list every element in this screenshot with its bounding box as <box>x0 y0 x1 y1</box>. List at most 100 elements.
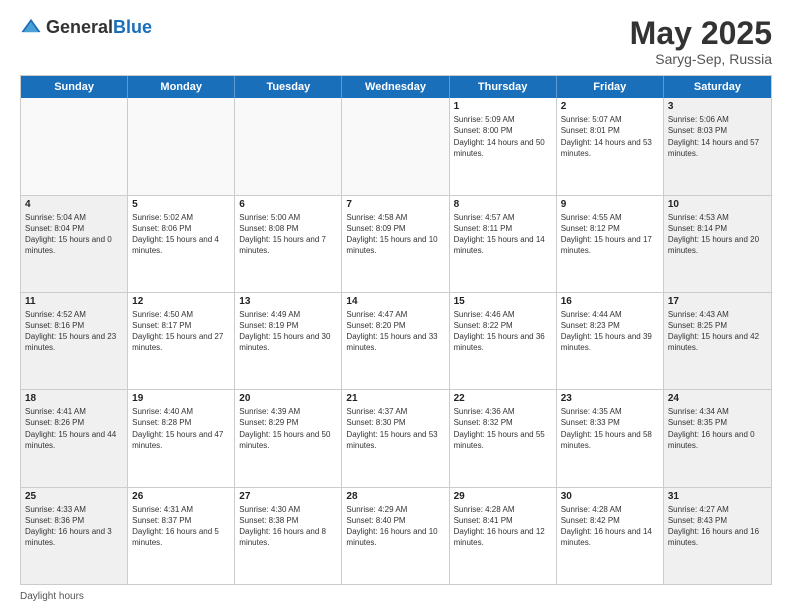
calendar-cell: 18 Sunrise: 4:41 AM Sunset: 8:26 PM Dayli… <box>21 390 128 486</box>
calendar-cell: 28 Sunrise: 4:29 AM Sunset: 8:40 PM Dayli… <box>342 488 449 584</box>
calendar-header-friday: Friday <box>557 76 664 98</box>
logo-general-text: General <box>46 17 113 37</box>
calendar-cell: 30Sunrise: 4:28 AM Sunset: 8:42 PM Dayli… <box>557 488 664 584</box>
cell-content: Sunrise: 4:49 AM Sunset: 8:19 PM Dayligh… <box>239 309 337 354</box>
calendar-cell: 31 Sunrise: 4:27 AM Sunset: 8:43 PM Dayli… <box>664 488 771 584</box>
calendar-header-thursday: Thursday <box>450 76 557 98</box>
cell-content: Sunrise: 4:57 AM Sunset: 8:11 PM Dayligh… <box>454 212 552 257</box>
cell-content: Sunrise: 4:37 AM Sunset: 8:30 PM Dayligh… <box>346 406 444 451</box>
day-number: 24 <box>668 393 767 404</box>
day-number: 9 <box>561 199 659 210</box>
day-number: 7 <box>346 199 444 210</box>
day-number: 11 <box>25 296 123 307</box>
calendar-cell <box>235 98 342 194</box>
calendar-cell: 8 Sunrise: 4:57 AM Sunset: 8:11 PM Daylig… <box>450 196 557 292</box>
calendar-cell: 12 Sunrise: 4:50 AM Sunset: 8:17 PM Dayli… <box>128 293 235 389</box>
day-number: 15 <box>454 296 552 307</box>
day-number: 20 <box>239 393 337 404</box>
calendar-cell: 24 Sunrise: 4:34 AM Sunset: 8:35 PM Dayli… <box>664 390 771 486</box>
logo-blue-text: Blue <box>113 17 152 37</box>
day-number: 30 <box>561 491 659 502</box>
page-title: May 2025 <box>630 16 772 51</box>
calendar-cell: 3 Sunrise: 5:06 AM Sunset: 8:03 PM Daylig… <box>664 98 771 194</box>
footer: Daylight hours <box>20 591 772 602</box>
calendar-cell: 7 Sunrise: 4:58 AM Sunset: 8:09 PM Daylig… <box>342 196 449 292</box>
calendar-cell <box>128 98 235 194</box>
day-number: 12 <box>132 296 230 307</box>
calendar-header-sunday: Sunday <box>21 76 128 98</box>
cell-content: Sunrise: 4:47 AM Sunset: 8:20 PM Dayligh… <box>346 309 444 354</box>
calendar-cell: 13 Sunrise: 4:49 AM Sunset: 8:19 PM Dayli… <box>235 293 342 389</box>
cell-content: Sunrise: 4:43 AM Sunset: 8:25 PM Dayligh… <box>668 309 767 354</box>
cell-content: Sunrise: 4:46 AM Sunset: 8:22 PM Dayligh… <box>454 309 552 354</box>
cell-content: Sunrise: 4:55 AM Sunset: 8:12 PM Dayligh… <box>561 212 659 257</box>
calendar-row-5: 25 Sunrise: 4:33 AM Sunset: 8:36 PM Dayli… <box>21 488 771 584</box>
cell-content: Sunrise: 4:34 AM Sunset: 8:35 PM Dayligh… <box>668 406 767 451</box>
day-number: 21 <box>346 393 444 404</box>
cell-content: Sunrise: 4:58 AM Sunset: 8:09 PM Dayligh… <box>346 212 444 257</box>
cell-content: Sunrise: 4:29 AM Sunset: 8:40 PM Dayligh… <box>346 504 444 549</box>
calendar-cell: 5Sunrise: 5:02 AM Sunset: 8:06 PM Daylig… <box>128 196 235 292</box>
day-number: 26 <box>132 491 230 502</box>
cell-content: Sunrise: 4:44 AM Sunset: 8:23 PM Dayligh… <box>561 309 659 354</box>
cell-content: Sunrise: 4:27 AM Sunset: 8:43 PM Dayligh… <box>668 504 767 549</box>
day-number: 17 <box>668 296 767 307</box>
logo: GeneralBlue <box>20 16 152 38</box>
calendar-header: SundayMondayTuesdayWednesdayThursdayFrid… <box>21 76 771 98</box>
day-number: 31 <box>668 491 767 502</box>
day-number: 14 <box>346 296 444 307</box>
day-number: 27 <box>239 491 337 502</box>
day-number: 25 <box>25 491 123 502</box>
calendar-cell: 14 Sunrise: 4:47 AM Sunset: 8:20 PM Dayli… <box>342 293 449 389</box>
day-number: 2 <box>561 101 659 112</box>
cell-content: Sunrise: 4:31 AM Sunset: 8:37 PM Dayligh… <box>132 504 230 549</box>
day-number: 22 <box>454 393 552 404</box>
calendar-cell <box>342 98 449 194</box>
page: GeneralBlue May 2025 Saryg-Sep, Russia S… <box>0 0 792 612</box>
cell-content: Sunrise: 4:53 AM Sunset: 8:14 PM Dayligh… <box>668 212 767 257</box>
day-number: 1 <box>454 101 552 112</box>
cell-content: Sunrise: 4:40 AM Sunset: 8:28 PM Dayligh… <box>132 406 230 451</box>
footer-text: Daylight hours <box>20 591 84 602</box>
calendar-header-monday: Monday <box>128 76 235 98</box>
day-number: 8 <box>454 199 552 210</box>
calendar-cell: 1 Sunrise: 5:09 AM Sunset: 8:00 PM Daylig… <box>450 98 557 194</box>
cell-content: Sunrise: 4:30 AM Sunset: 8:38 PM Dayligh… <box>239 504 337 549</box>
cell-content: Sunrise: 4:50 AM Sunset: 8:17 PM Dayligh… <box>132 309 230 354</box>
logo-icon <box>20 16 42 38</box>
cell-content: Sunrise: 4:33 AM Sunset: 8:36 PM Dayligh… <box>25 504 123 549</box>
cell-content: Sunrise: 5:07 AM Sunset: 8:01 PM Dayligh… <box>561 114 659 159</box>
day-number: 16 <box>561 296 659 307</box>
calendar-cell: 11 Sunrise: 4:52 AM Sunset: 8:16 PM Dayli… <box>21 293 128 389</box>
calendar-row-2: 4Sunrise: 5:04 AM Sunset: 8:04 PM Daylig… <box>21 196 771 293</box>
calendar-cell: 19Sunrise: 4:40 AM Sunset: 8:28 PM Dayli… <box>128 390 235 486</box>
cell-content: Sunrise: 4:35 AM Sunset: 8:33 PM Dayligh… <box>561 406 659 451</box>
title-block: May 2025 Saryg-Sep, Russia <box>630 16 772 67</box>
header: GeneralBlue May 2025 Saryg-Sep, Russia <box>20 16 772 67</box>
cell-content: Sunrise: 5:02 AM Sunset: 8:06 PM Dayligh… <box>132 212 230 257</box>
day-number: 18 <box>25 393 123 404</box>
calendar-cell: 23 Sunrise: 4:35 AM Sunset: 8:33 PM Dayli… <box>557 390 664 486</box>
calendar-cell: 27 Sunrise: 4:30 AM Sunset: 8:38 PM Dayli… <box>235 488 342 584</box>
calendar-cell: 6Sunrise: 5:00 AM Sunset: 8:08 PM Daylig… <box>235 196 342 292</box>
day-number: 23 <box>561 393 659 404</box>
cell-content: Sunrise: 4:36 AM Sunset: 8:32 PM Dayligh… <box>454 406 552 451</box>
cell-content: Sunrise: 5:06 AM Sunset: 8:03 PM Dayligh… <box>668 114 767 159</box>
calendar-cell: 29Sunrise: 4:28 AM Sunset: 8:41 PM Dayli… <box>450 488 557 584</box>
cell-content: Sunrise: 5:04 AM Sunset: 8:04 PM Dayligh… <box>25 212 123 257</box>
calendar-cell <box>21 98 128 194</box>
location-text: Saryg-Sep, Russia <box>630 51 772 67</box>
calendar: SundayMondayTuesdayWednesdayThursdayFrid… <box>20 75 772 585</box>
day-number: 3 <box>668 101 767 112</box>
day-number: 13 <box>239 296 337 307</box>
calendar-cell: 15 Sunrise: 4:46 AM Sunset: 8:22 PM Dayli… <box>450 293 557 389</box>
calendar-cell: 26 Sunrise: 4:31 AM Sunset: 8:37 PM Dayli… <box>128 488 235 584</box>
cell-content: Sunrise: 4:52 AM Sunset: 8:16 PM Dayligh… <box>25 309 123 354</box>
day-number: 28 <box>346 491 444 502</box>
calendar-header-wednesday: Wednesday <box>342 76 449 98</box>
cell-content: Sunrise: 4:41 AM Sunset: 8:26 PM Dayligh… <box>25 406 123 451</box>
cell-content: Sunrise: 5:09 AM Sunset: 8:00 PM Dayligh… <box>454 114 552 159</box>
calendar-header-saturday: Saturday <box>664 76 771 98</box>
calendar-cell: 10Sunrise: 4:53 AM Sunset: 8:14 PM Dayli… <box>664 196 771 292</box>
day-number: 6 <box>239 199 337 210</box>
